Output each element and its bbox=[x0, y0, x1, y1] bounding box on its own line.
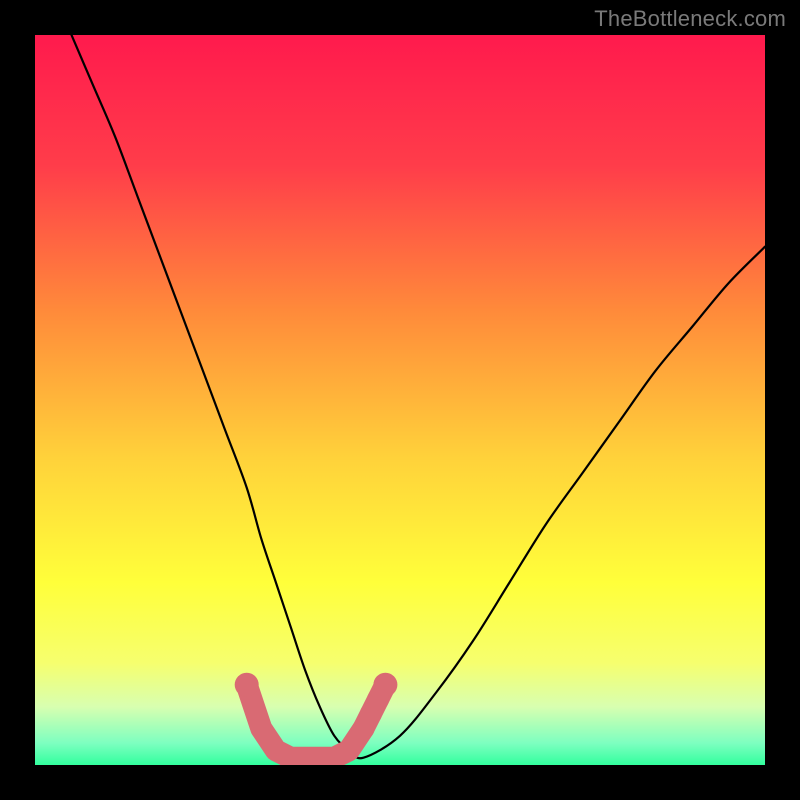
highlight-bead bbox=[367, 688, 389, 710]
highlight-end-dot bbox=[235, 673, 259, 697]
chart-container: TheBottleneck.com bbox=[0, 0, 800, 800]
chart-svg bbox=[35, 35, 765, 765]
gradient-background bbox=[35, 35, 765, 765]
attribution-watermark: TheBottleneck.com bbox=[594, 6, 786, 32]
plot-area bbox=[35, 35, 765, 765]
